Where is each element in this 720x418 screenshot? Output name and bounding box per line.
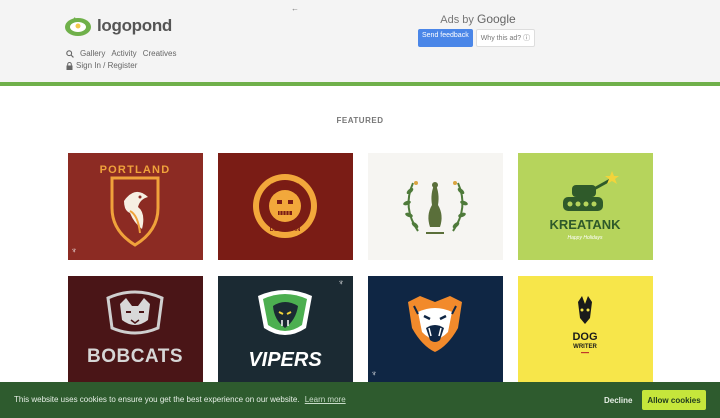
ad-block: Ads by Google Send feedback Why this ad?…: [418, 12, 538, 47]
logo-tile-portland[interactable]: PORTLAND ♆: [68, 153, 203, 260]
logo-tile-kreatank[interactable]: KREATANK Happy Holidays: [518, 153, 653, 260]
lock-icon: [66, 61, 73, 70]
why-this-ad-button[interactable]: Why this ad? ⓘ: [475, 29, 536, 47]
tile-bobcats-text: BOBCATS: [87, 346, 183, 367]
tile-dog-text: DOG: [572, 331, 597, 343]
main-nav: Gallery Activity Creatives: [66, 49, 176, 58]
logo-icon: [65, 17, 91, 36]
cookie-message-text: This website uses cookies to ensure you …: [14, 395, 300, 404]
account-nav: Sign In / Register: [66, 61, 137, 70]
tile-vipers-text: VIPERS: [248, 349, 322, 371]
logo-text: logopond: [97, 16, 173, 35]
logopond-badge-icon: ♆: [71, 246, 77, 255]
send-feedback-button[interactable]: Send feedback: [418, 29, 473, 47]
nav-creatives[interactable]: Creatives: [143, 49, 177, 58]
ads-by-label: Ads by: [440, 14, 474, 26]
logopond-badge-icon: ♆: [338, 278, 344, 287]
tile-kreatank-subtext: Happy Holidays: [567, 235, 603, 241]
tile-kreatank-text: KREATANK: [549, 217, 621, 232]
logo-tile-vipers[interactable]: VIPERS ♆: [218, 276, 353, 383]
logo-tile-grinning-deadman[interactable]: GRINNING DEADMAN: [218, 153, 353, 260]
search-icon[interactable]: [66, 49, 74, 58]
nav-activity[interactable]: Activity: [111, 49, 136, 58]
featured-heading: FEATURED: [336, 116, 384, 125]
back-arrow-icon[interactable]: ←: [291, 4, 299, 13]
sign-in-register-link[interactable]: Sign In / Register: [76, 61, 137, 70]
allow-cookies-button[interactable]: Allow cookies: [642, 390, 706, 410]
logo-tile-peacock-wreath[interactable]: [368, 153, 503, 260]
cookie-message: This website uses cookies to ensure you …: [14, 395, 346, 404]
tile-writer-text: WRITER: [573, 344, 597, 350]
nav-gallery[interactable]: Gallery: [80, 49, 105, 58]
decline-cookies-button[interactable]: Decline: [604, 396, 632, 405]
cookie-consent-bar: This website uses cookies to ensure you …: [0, 382, 720, 418]
logo-tile-tiger[interactable]: ♆: [368, 276, 503, 383]
logopond-logo[interactable]: logopond: [64, 14, 172, 38]
learn-more-link[interactable]: Learn more: [305, 395, 346, 404]
header-accent-bar: [0, 82, 720, 86]
logopond-badge-icon: ♆: [371, 369, 377, 378]
logo-tile-bobcats[interactable]: BOBCATS: [68, 276, 203, 383]
ads-by-google: Ads by Google: [418, 12, 538, 26]
tile-grinning-text: GRINNING: [270, 184, 300, 190]
tile-portland-text: PORTLAND: [100, 164, 171, 176]
tile-deadman-text: DEADMAN: [270, 227, 301, 233]
logo-tile-dog-writer[interactable]: DOG WRITER: [518, 276, 653, 383]
google-label: Google: [477, 12, 516, 26]
